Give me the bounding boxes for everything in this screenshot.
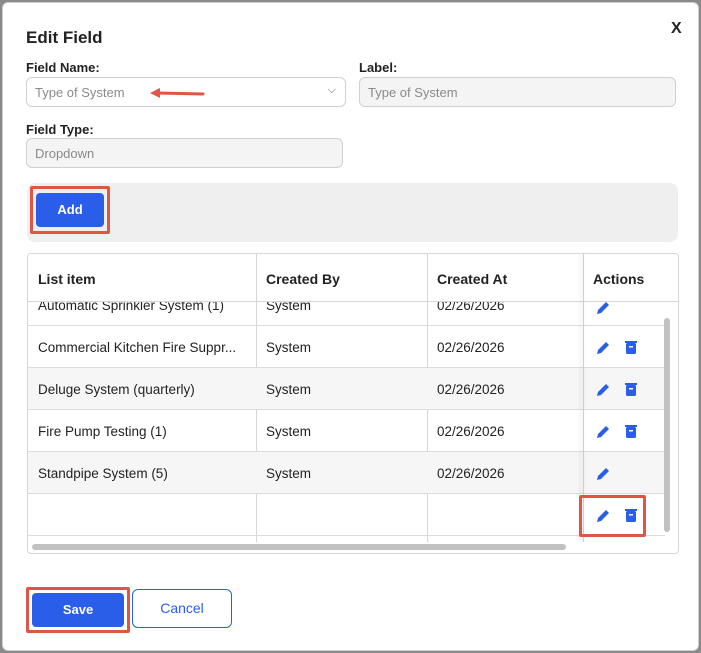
field-type-input[interactable]: Dropdown [26,138,343,168]
table-header: List item Created By Created At Actions [28,254,678,302]
table-row[interactable]: Deluge System (quarterly) System 02/26/2… [28,368,665,410]
cell-created-by: System [266,340,312,355]
pencil-icon[interactable] [595,466,611,482]
cell-list-item: Deluge System (quarterly) [38,382,195,397]
field-type-label: Field Type: [26,122,94,137]
chevron-down-icon: ⌵ [327,84,336,96]
cell-created-at: 02/26/2026 [437,382,505,397]
table-row[interactable]: Fire Pump Testing (1) System 02/26/2026 [28,410,665,452]
add-button[interactable]: Add [36,193,104,227]
cell-created-by [256,494,427,536]
edit-field-dialog: X Edit Field Field Name: Type of System … [2,2,699,651]
cell-created-at: 02/26/2026 [437,302,505,313]
add-panel [27,183,678,242]
label-value: Type of System [368,85,458,100]
header-actions: Actions [593,271,645,287]
cell-created-by: System [266,466,312,481]
trash-icon[interactable] [623,381,639,397]
pencil-icon[interactable] [595,302,611,316]
field-name-value: Type of System [35,85,125,100]
label-label: Label: [359,60,398,75]
cancel-button[interactable]: Cancel [132,589,232,628]
table-row[interactable]: Standpipe System (5) System 02/26/2026 [28,452,665,494]
table-row[interactable]: Automatic Sprinkler System (1) System 02… [28,302,665,326]
header-list-item: List item [38,271,96,287]
cell-created-at [427,494,583,536]
header-created-by: Created By [266,271,340,287]
cell-list-item [28,494,256,536]
pencil-icon[interactable] [595,424,611,440]
cell-list-item: Fire Pump Testing (1) [38,424,167,439]
cell-created-by: System [266,424,312,439]
close-icon[interactable]: X [671,20,682,38]
cell-list-item: Automatic Sprinkler System (1) [38,302,225,313]
header-created-at: Created At [437,271,508,287]
trash-icon[interactable] [623,423,639,439]
cell-created-at: 02/26/2026 [437,466,505,481]
cell-list-item: Standpipe System (5) [38,466,168,481]
pencil-icon[interactable] [595,382,611,398]
save-button[interactable]: Save [32,593,124,627]
horizontal-scrollbar[interactable] [32,544,566,550]
table-row[interactable]: Commercial Kitchen Fire Suppr... System … [28,326,665,368]
annotation-arrow-icon [150,88,205,98]
dialog-title: Edit Field [26,28,103,47]
cell-list-item: Commercial Kitchen Fire Suppr... [38,340,237,355]
cell-created-by: System [266,302,312,313]
cell-created-by: System [266,382,312,397]
cell-created-at: 02/26/2026 [437,340,505,355]
label-input[interactable]: Type of System [359,77,676,107]
pencil-icon[interactable] [595,340,611,356]
annotation-highlight [579,495,646,537]
cell-created-at: 02/26/2026 [437,424,505,439]
vertical-scrollbar[interactable] [664,318,670,532]
table-row[interactable] [28,494,665,536]
field-name-label: Field Name: [26,60,100,75]
field-type-value: Dropdown [35,146,95,161]
trash-icon[interactable] [623,339,639,355]
